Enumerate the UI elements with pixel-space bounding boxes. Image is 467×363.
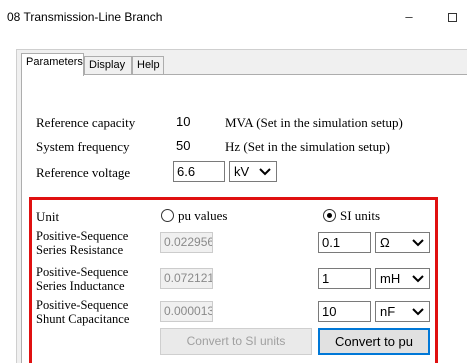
chevron-down-icon xyxy=(412,308,424,316)
shunt-capacitance-si-input[interactable]: 10 xyxy=(318,301,371,322)
tab-display[interactable]: Display xyxy=(84,56,132,75)
shunt-capacitance-unit-select[interactable]: nF xyxy=(375,301,430,322)
reference-capacity-label: Reference capacity xyxy=(36,115,136,130)
reference-capacity-value: 10 xyxy=(176,114,191,129)
voltage-unit-select[interactable]: kV xyxy=(229,161,277,182)
pu-values-radio[interactable] xyxy=(161,209,174,222)
system-frequency-note: Hz (Set in the simulation setup) xyxy=(225,139,391,154)
series-resistance-unit-select[interactable]: Ω xyxy=(375,232,430,253)
chevron-down-icon xyxy=(259,168,271,176)
series-inductance-label-line2: Series Inductance xyxy=(36,279,125,293)
si-units-radio[interactable] xyxy=(323,209,336,222)
maximize-icon xyxy=(447,13,457,22)
shunt-capacitance-pu-input[interactable]: 0.000013 xyxy=(160,301,213,322)
shunt-capacitance-unit-value: nF xyxy=(380,304,396,319)
chevron-down-icon xyxy=(412,239,424,247)
system-frequency-label: System frequency xyxy=(36,139,130,154)
convert-to-pu-button[interactable]: Convert to pu xyxy=(318,328,430,355)
window-title: 08 Transmission-Line Branch xyxy=(7,10,163,24)
reference-capacity-note: MVA (Set in the simulation setup) xyxy=(225,115,403,130)
shunt-capacitance-label-line1: Positive-Sequence xyxy=(36,298,129,312)
series-resistance-pu-input[interactable]: 0.022956 xyxy=(160,232,213,253)
voltage-unit-value: kV xyxy=(234,164,250,179)
system-frequency-value: 50 xyxy=(176,138,191,153)
radio-selected-dot xyxy=(327,213,332,218)
reference-voltage-input[interactable]: 6.6 xyxy=(173,161,225,182)
tab-parameters[interactable]: Parameters xyxy=(21,53,84,76)
series-inductance-label-line1: Positive-Sequence xyxy=(36,265,129,279)
series-resistance-label-line1: Positive-Sequence xyxy=(36,229,129,243)
pu-values-label: pu values xyxy=(178,208,228,223)
tab-help[interactable]: Help xyxy=(132,56,164,75)
series-inductance-unit-value: mH xyxy=(380,271,401,286)
minimize-button[interactable]: – xyxy=(394,6,424,30)
reference-voltage-label: Reference voltage xyxy=(36,165,131,180)
series-resistance-label: Positive-Sequence Series Resistance xyxy=(36,229,128,257)
shunt-capacitance-label-line2: Shunt Capacitance xyxy=(36,312,130,326)
shunt-capacitance-label: Positive-Sequence Shunt Capacitance xyxy=(36,298,129,326)
series-inductance-unit-select[interactable]: mH xyxy=(375,268,430,289)
series-resistance-unit-value: Ω xyxy=(380,235,390,250)
series-inductance-label: Positive-Sequence Series Inductance xyxy=(36,265,128,293)
series-resistance-label-line2: Series Resistance xyxy=(36,243,124,257)
series-inductance-pu-input[interactable]: 0.072121 xyxy=(160,268,213,289)
chevron-down-icon xyxy=(412,275,424,283)
title-bar: 08 Transmission-Line Branch – xyxy=(0,0,467,36)
series-inductance-si-input[interactable]: 1 xyxy=(318,268,371,289)
convert-to-si-button[interactable]: Convert to SI units xyxy=(160,328,312,355)
unit-label: Unit xyxy=(36,209,60,224)
series-resistance-si-input[interactable]: 0.1 xyxy=(318,232,371,253)
si-units-label: SI units xyxy=(340,208,381,223)
maximize-button[interactable] xyxy=(437,6,467,30)
